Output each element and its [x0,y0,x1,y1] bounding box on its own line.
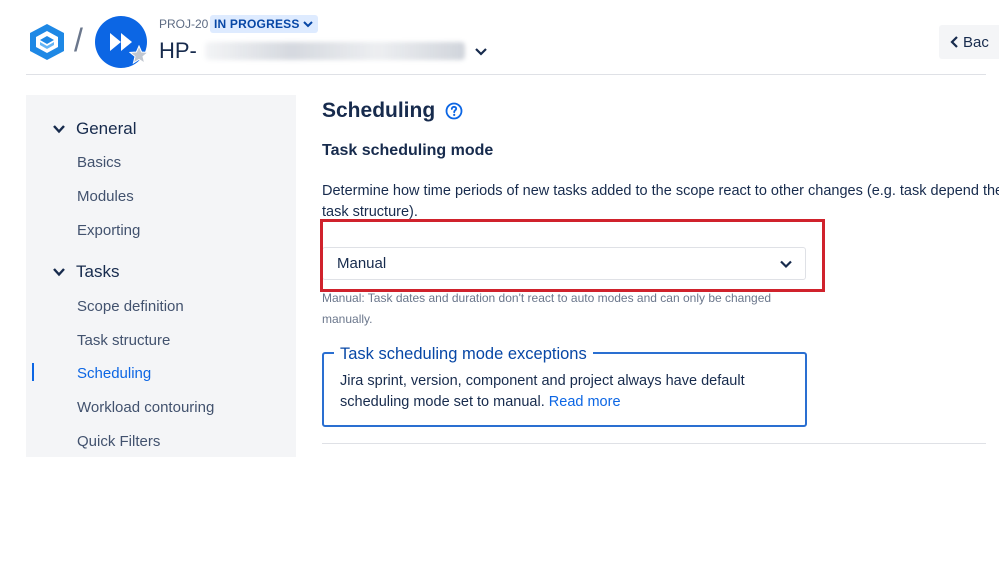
sidebar-item-task-structure[interactable]: Task structure [77,332,170,349]
content-divider [322,443,986,444]
active-item-marker [32,363,34,381]
read-more-link[interactable]: Read more [549,394,621,410]
exceptions-panel-title: Task scheduling mode exceptions [334,345,593,364]
page-title: Scheduling [322,99,463,123]
sidebar-section-general[interactable]: General [52,119,136,139]
chevron-down-icon [53,268,65,277]
chevron-left-icon [950,36,958,48]
sidebar-section-label: Tasks [76,262,120,281]
section-title: Task scheduling mode [322,142,494,159]
sidebar-item-scheduling[interactable]: Scheduling [77,365,151,382]
project-title[interactable]: HP- [159,38,489,64]
exceptions-panel-body: Jira sprint, version, component and proj… [340,371,790,413]
section-description: Determine how time periods of new tasks … [322,183,999,220]
sidebar-item-workload-contouring[interactable]: Workload contouring [77,399,214,416]
back-button-label: Bac [963,33,989,51]
sidebar-item-modules[interactable]: Modules [77,188,134,205]
status-label: IN PROGRESS [214,17,300,31]
breadcrumb-separator: / [74,22,83,58]
exceptions-panel-text: Jira sprint, version, component and proj… [340,373,745,410]
settings-sidebar: General Basics Modules Exporting Tasks S… [26,95,296,457]
chevron-down-icon [302,21,313,28]
header-divider [26,74,986,75]
page-title-text: Scheduling [322,99,436,122]
annotation-highlight [320,219,825,292]
app-logo-icon[interactable] [27,22,67,62]
sidebar-item-quick-filters[interactable]: Quick Filters [77,433,160,450]
sidebar-section-label: General [76,119,137,138]
chevron-down-icon [475,48,487,56]
project-title-text: HP- [159,38,197,63]
sidebar-item-basics[interactable]: Basics [77,154,121,171]
sidebar-section-tasks[interactable]: Tasks [52,262,119,282]
chevron-down-icon [53,125,65,134]
project-title-redacted [204,42,465,60]
select-helper-text: Manual: Task dates and duration don't re… [322,291,772,326]
star-icon[interactable] [128,44,150,65]
status-badge[interactable]: IN PROGRESS [210,15,318,33]
help-icon[interactable] [445,102,463,120]
sidebar-item-scope-definition[interactable]: Scope definition [77,298,184,315]
project-key: PROJ-20 [159,17,209,31]
sidebar-item-exporting[interactable]: Exporting [77,222,140,239]
app-header: / PROJ-20 IN PROGRESS HP- Bac [0,0,999,76]
back-button[interactable]: Bac [939,25,999,59]
